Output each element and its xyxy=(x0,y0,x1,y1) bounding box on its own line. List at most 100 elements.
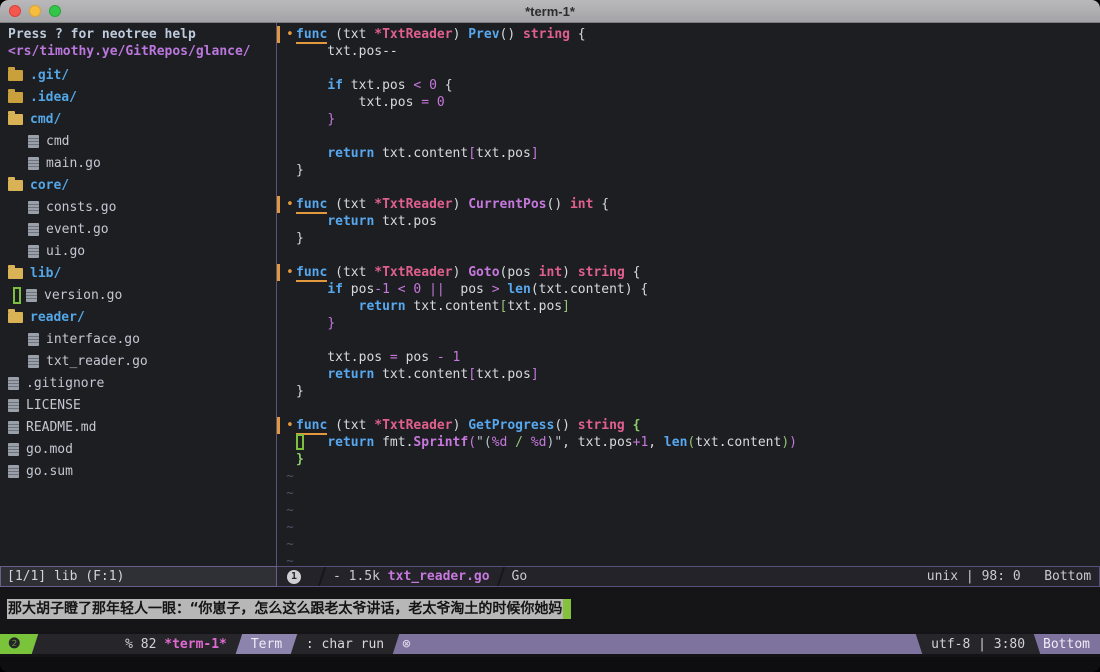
encoding-label: unix xyxy=(926,569,959,584)
gutter xyxy=(286,434,296,451)
code-token: , xyxy=(648,435,664,450)
func-marker-tick xyxy=(277,26,280,43)
file-icon xyxy=(8,464,19,478)
tree-item-txt-reader.go[interactable]: txt_reader.go xyxy=(8,350,276,372)
window-title: *term-1* xyxy=(525,3,575,19)
tree-item-.gitignore[interactable]: .gitignore xyxy=(8,372,276,394)
statusline-filename: txt_reader.go xyxy=(387,569,490,584)
neotree-statusline: [1/1] lib (F:1) xyxy=(0,566,277,587)
window-flag: % 82 xyxy=(124,636,157,652)
tree-item-version.go[interactable]: version.go xyxy=(8,284,276,306)
code-line xyxy=(286,332,1100,349)
folder-open-icon xyxy=(8,110,23,125)
code-token: txt xyxy=(342,197,375,212)
tree-item-reader-[interactable]: reader/ xyxy=(8,306,276,328)
code-token: fmt. xyxy=(374,435,414,450)
tree-item-.git-[interactable]: .git/ xyxy=(8,64,276,86)
code-token: if xyxy=(327,78,343,93)
code-token: pos xyxy=(342,282,375,297)
statusline-pipe: | xyxy=(965,569,974,584)
code-token: , txt.pos xyxy=(562,435,633,450)
code-token: txt.pos-- xyxy=(296,44,398,59)
gutter xyxy=(286,315,296,332)
code-token: { xyxy=(569,27,586,42)
code-token: } xyxy=(296,231,304,246)
neotree-sidebar[interactable]: Press ? for neotree help <rs/timothy.ye/… xyxy=(0,23,277,566)
code-line: } xyxy=(286,383,1100,400)
close-buffer-icon[interactable]: ⊗ xyxy=(402,634,410,654)
code-token: int xyxy=(538,265,563,280)
embedded-terminal[interactable]: 那大胡子瞪了那年轻人一眼：“你崽子，怎么这么跟老太爷讲话，老太爷淘土的时候你她妈 xyxy=(0,587,1100,631)
command-segment: : char run xyxy=(290,634,400,654)
tab-buffer-segment[interactable]: % 82 *term-1* xyxy=(31,634,242,654)
fold-bullet-icon: • xyxy=(286,197,294,212)
tree-item-main.go[interactable]: main.go xyxy=(8,152,276,174)
file-icon xyxy=(8,442,19,456)
code-token: { xyxy=(632,418,641,433)
code-token: ) xyxy=(452,418,469,433)
code-token: ) xyxy=(789,435,797,450)
code-token: string xyxy=(577,418,625,433)
code-token: ) xyxy=(452,27,469,42)
code-token: ) xyxy=(452,197,469,212)
code-token: txt.content xyxy=(374,367,469,382)
window-footer xyxy=(0,657,1100,672)
code-token: len xyxy=(663,435,688,450)
tree-item-event.go[interactable]: event.go xyxy=(8,218,276,240)
code-token: txt.pos xyxy=(296,350,390,365)
code-token: ] xyxy=(562,299,570,314)
code-token: "( xyxy=(476,435,492,450)
code-editor[interactable]: • func (txt *TxtReader) Prev() string { t… xyxy=(277,23,1100,566)
code-token: [ xyxy=(468,367,477,382)
code-token: } xyxy=(296,163,304,178)
code-token: / xyxy=(507,435,531,450)
tree-item-.idea-[interactable]: .idea/ xyxy=(8,86,276,108)
tree-item-interface.go[interactable]: interface.go xyxy=(8,328,276,350)
code-token: { xyxy=(593,197,610,212)
code-line: } xyxy=(286,162,1100,179)
code-token: } xyxy=(296,452,304,467)
tree-item-go.sum[interactable]: go.sum xyxy=(8,460,276,482)
tree-item-label: ui.go xyxy=(46,243,86,259)
gutter xyxy=(286,162,296,179)
file-icon xyxy=(28,244,39,258)
tree-item-lib-[interactable]: lib/ xyxy=(8,262,276,284)
code-token: *TxtReader xyxy=(374,27,453,42)
code-token: return xyxy=(327,435,375,450)
neotree-cursor xyxy=(13,286,21,304)
code-token: ) xyxy=(452,265,469,280)
tree-item-consts.go[interactable]: consts.go xyxy=(8,196,276,218)
code-line: • func (txt *TxtReader) Prev() string { xyxy=(277,26,1100,44)
tree-item-cmd-[interactable]: cmd/ xyxy=(8,108,276,130)
tree-item-ui.go[interactable]: ui.go xyxy=(8,240,276,262)
tree-item-cmd[interactable]: cmd xyxy=(8,130,276,152)
tilde-empty-line: ~ xyxy=(286,469,294,484)
tree-item-label: go.mod xyxy=(26,441,73,457)
tree-item-go.mod[interactable]: go.mod xyxy=(8,438,276,460)
neotree-help-text: Press ? for neotree help xyxy=(8,27,196,42)
tree-item-core-[interactable]: core/ xyxy=(8,174,276,196)
code-token: } xyxy=(327,112,336,127)
tilde-empty-line: ~ xyxy=(286,554,294,566)
code-token: func xyxy=(296,265,328,282)
mode-segment: Term xyxy=(235,634,298,654)
mode-label: Term xyxy=(250,636,282,652)
code-token: Goto xyxy=(468,265,500,280)
gutter xyxy=(286,77,296,94)
gutter xyxy=(286,400,296,417)
code-buffer: • func (txt *TxtReader) Prev() string { t… xyxy=(277,26,1100,468)
file-size: - 1.5k xyxy=(333,569,380,584)
folder-open-icon xyxy=(8,176,23,191)
tree-item-LICENSE[interactable]: LICENSE xyxy=(8,394,276,416)
tree-item-README.md[interactable]: README.md xyxy=(8,416,276,438)
code-token: < xyxy=(397,282,406,297)
fold-bullet-icon: • xyxy=(286,265,294,280)
code-token: () xyxy=(546,197,570,212)
code-token: txt.pos xyxy=(507,299,563,314)
code-token: (txt.content) { xyxy=(530,282,649,297)
